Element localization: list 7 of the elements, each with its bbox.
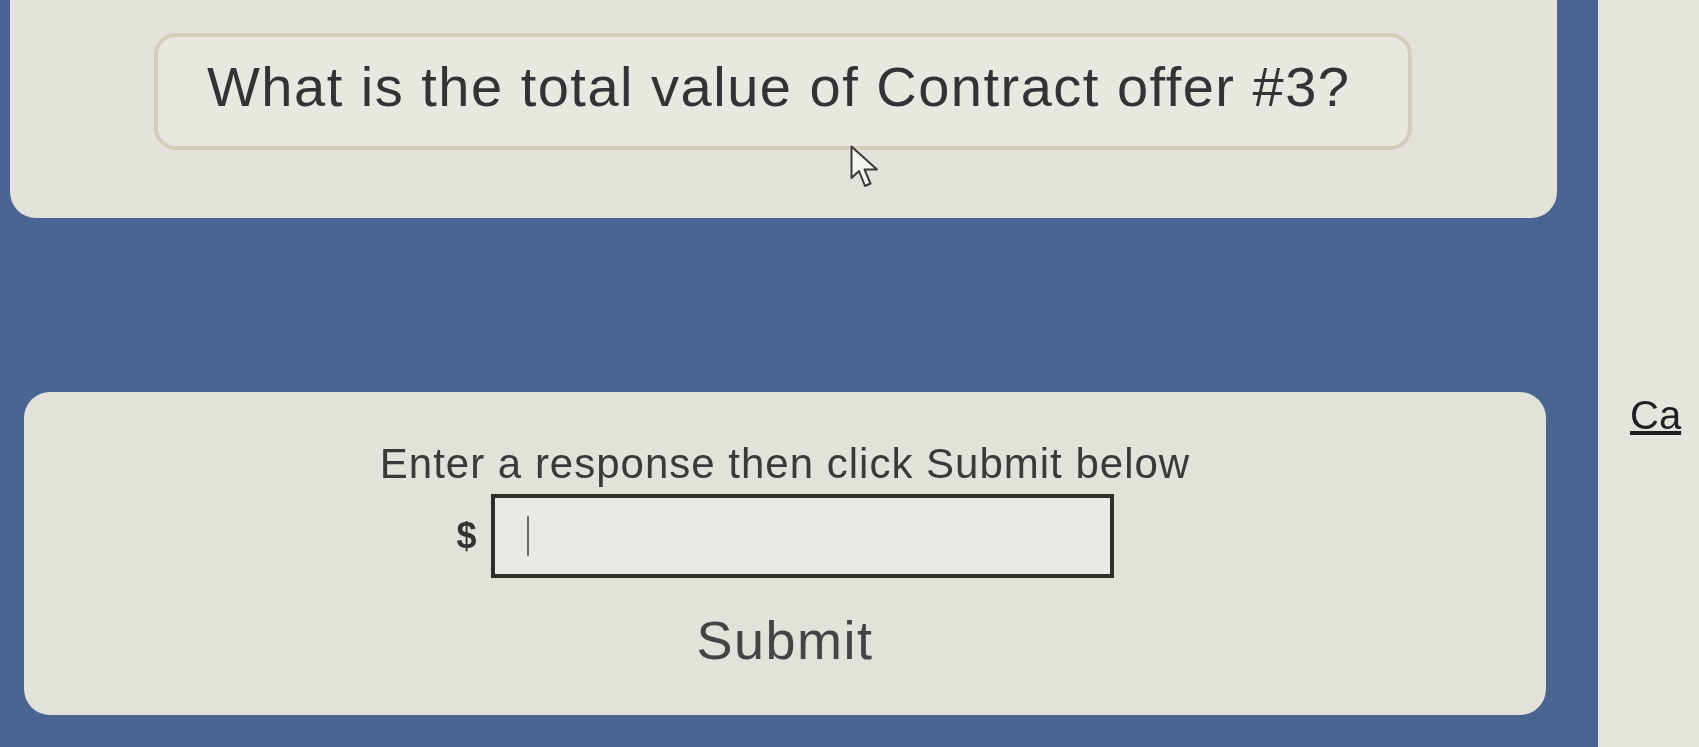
submit-button[interactable]: Submit (692, 610, 878, 670)
question-text: What is the total value of Contract offer #3? (154, 33, 1412, 150)
mouse-pointer-icon (850, 145, 879, 188)
answer-field[interactable] (490, 494, 1114, 578)
side-link[interactable]: Ca (1630, 393, 1682, 437)
instruction-text: Enter a response then click Submit below (379, 440, 1191, 488)
currency-label: $ (456, 514, 477, 558)
